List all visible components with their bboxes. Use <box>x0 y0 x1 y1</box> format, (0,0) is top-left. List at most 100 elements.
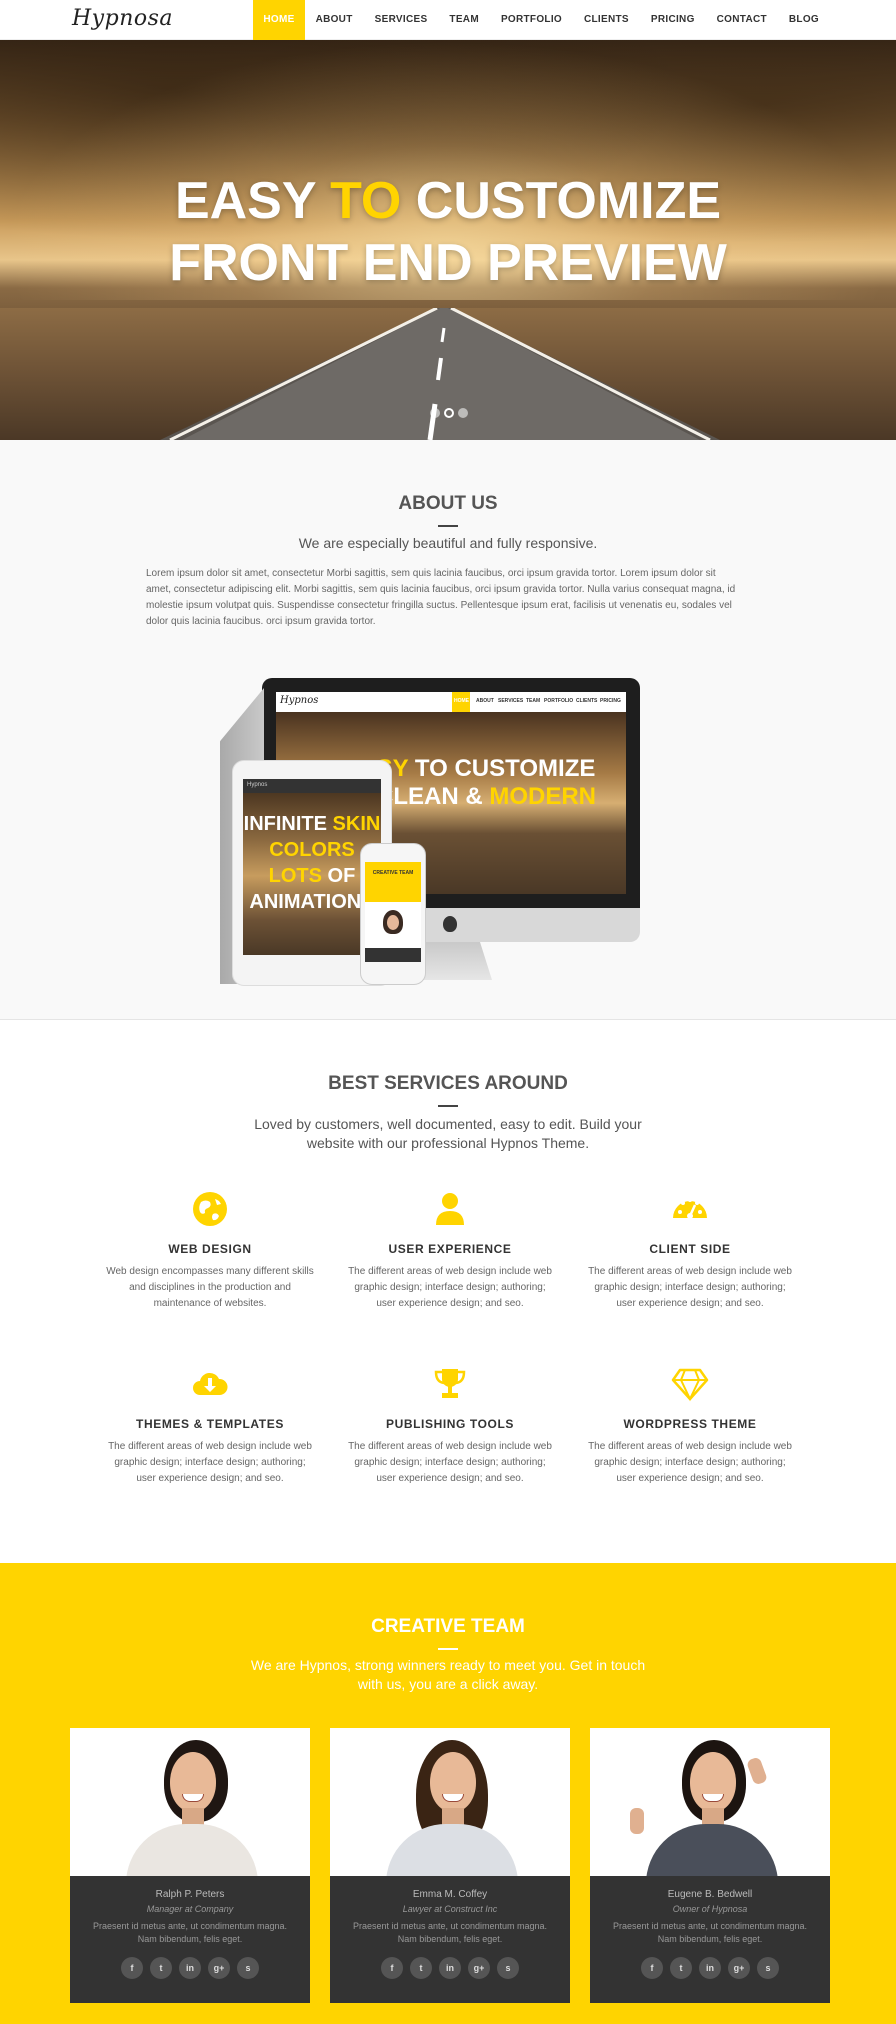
team-member-role: Manager at Company <box>146 1904 234 1914</box>
about-subtitle: We are especially beautiful and fully re… <box>298 535 598 551</box>
nav-item-blog[interactable]: BLOG <box>778 0 830 40</box>
globe-icon <box>193 1192 227 1226</box>
linkedin-icon[interactable]: in <box>699 1957 721 1979</box>
cloud-download-icon <box>193 1372 228 1395</box>
skype-icon[interactable]: s <box>757 1957 779 1979</box>
phone-mockup-header: CREATIVE TEAM <box>365 862 421 902</box>
google-plus-icon[interactable]: g+ <box>208 1957 230 1979</box>
linkedin-icon[interactable]: in <box>179 1957 201 1979</box>
service-name: CLIENT SIDE <box>649 1242 731 1256</box>
about-section: ABOUT US We are especially beautiful and… <box>0 440 896 1020</box>
desktop-mockup-navbar: Hypnos HOME ABOUT SERVICES TEAM PORTFOLI… <box>276 692 626 712</box>
service-desc: The different areas of web design includ… <box>588 1441 792 1484</box>
team-member-name: Eugene B. Bedwell <box>667 1889 753 1900</box>
team-member-socials: f t in g+ s <box>330 1957 570 1979</box>
slider-pagination <box>430 408 468 418</box>
team-member-photo <box>70 1728 310 1876</box>
hero-headline-line1: EASY TO CUSTOMIZE <box>174 172 722 230</box>
nav-item-team[interactable]: TEAM <box>438 0 490 40</box>
services-title-divider <box>438 1105 458 1107</box>
facebook-icon[interactable]: f <box>121 1957 143 1979</box>
service-name: PUBLISHING TOOLS <box>385 1417 515 1431</box>
service-user-experience: USER EXPERIENCE The different areas of w… <box>345 1190 555 1312</box>
team-member-photo <box>590 1728 830 1876</box>
service-desc: Web design encompasses many different sk… <box>106 1266 314 1309</box>
about-title-divider <box>438 525 458 527</box>
slider-dot-1[interactable] <box>430 408 440 418</box>
tablet-mockup-line-1: INFINITE SKIN <box>243 813 381 835</box>
team-member-role: Owner of Hypnosa <box>672 1904 748 1914</box>
team-card: Emma M. Coffey Lawyer at Construct Inc P… <box>330 1728 570 2003</box>
team-title-divider <box>438 1648 458 1650</box>
team-subtitle: We are Hypnos, strong winners ready to m… <box>250 1657 646 1692</box>
team-member-role: Lawyer at Construct Inc <box>402 1904 498 1914</box>
service-publishing-tools: PUBLISHING TOOLS The different areas of … <box>345 1365 555 1487</box>
hero-headline-line2: FRONT END PREVIEW <box>169 234 727 292</box>
service-themes-templates: THEMES & TEMPLATES The different areas o… <box>105 1365 315 1487</box>
desktop-mockup-menu-item: HOME <box>454 698 469 704</box>
slider-dot-2[interactable] <box>444 408 454 418</box>
team-member-photo <box>330 1728 570 1876</box>
service-web-design: WEB DESIGN Web design encompasses many d… <box>105 1190 315 1312</box>
twitter-icon[interactable]: t <box>150 1957 172 1979</box>
twitter-icon[interactable]: t <box>670 1957 692 1979</box>
team-card: Eugene B. Bedwell Owner of Hypnosa Praes… <box>590 1728 830 2003</box>
top-navbar: Hypnosa HOME ABOUT SERVICES TEAM PORTFOL… <box>0 0 896 40</box>
skype-icon[interactable]: s <box>237 1957 259 1979</box>
hero-slider: EASY TO CUSTOMIZE FRONT END PREVIEW <box>0 40 896 440</box>
skype-icon[interactable]: s <box>497 1957 519 1979</box>
desktop-mockup-menu-item: SERVICES <box>498 698 524 704</box>
service-desc: The different areas of web design includ… <box>108 1441 312 1484</box>
linkedin-icon[interactable]: in <box>439 1957 461 1979</box>
user-icon <box>436 1193 464 1225</box>
phone-mockup: CREATIVE TEAM <box>360 843 426 985</box>
nav-item-pricing[interactable]: PRICING <box>640 0 706 40</box>
service-name: USER EXPERIENCE <box>388 1242 512 1256</box>
slider-dot-3[interactable] <box>458 408 468 418</box>
service-desc: The different areas of web design includ… <box>348 1266 552 1309</box>
team-member-socials: f t in g+ s <box>70 1957 310 1979</box>
facebook-icon[interactable]: f <box>381 1957 403 1979</box>
desktop-mockup-menu-item: TEAM <box>526 698 541 704</box>
team-title: CREATIVE TEAM <box>371 1616 525 1637</box>
desktop-mockup-menu-item: CLIENTS <box>576 698 598 704</box>
desktop-mockup-menu-item: PORTFOLIO <box>544 698 574 704</box>
nav-item-services[interactable]: SERVICES <box>364 0 439 40</box>
service-client-side: CLIENT SIDE The different areas of web d… <box>585 1190 795 1312</box>
phone-mockup-footer <box>365 948 421 962</box>
team-member-bio: Praesent id metus ante, ut condimentum m… <box>92 1921 288 1944</box>
twitter-icon[interactable]: t <box>410 1957 432 1979</box>
nav-item-contact[interactable]: CONTACT <box>706 0 778 40</box>
about-title: ABOUT US <box>398 493 498 514</box>
apple-logo-icon <box>443 916 457 932</box>
desktop-mockup-menu-item: ABOUT <box>476 698 494 704</box>
team-section: CREATIVE TEAM We are Hypnos, strong winn… <box>0 1563 896 2024</box>
dashboard-icon <box>673 1198 707 1219</box>
logo[interactable]: Hypnosa <box>72 6 173 31</box>
service-wordpress-theme: WORDPRESS THEME The different areas of w… <box>585 1365 795 1487</box>
team-member-socials: f t in g+ s <box>590 1957 830 1979</box>
team-card: Ralph P. Peters Manager at Company Praes… <box>70 1728 310 2003</box>
service-name: WORDPRESS THEME <box>623 1417 757 1431</box>
nav-item-home[interactable]: HOME <box>253 0 305 40</box>
service-desc: The different areas of web design includ… <box>348 1441 552 1484</box>
nav-item-clients[interactable]: CLIENTS <box>573 0 640 40</box>
team-member-bio: Praesent id metus ante, ut condimentum m… <box>612 1921 808 1944</box>
hero-road <box>160 308 720 440</box>
phone-mockup-avatar <box>383 910 403 934</box>
diamond-icon <box>671 1368 709 1402</box>
services-title: BEST SERVICES AROUND <box>328 1073 568 1094</box>
nav-item-about[interactable]: ABOUT <box>305 0 364 40</box>
phone-mockup-screen: CREATIVE TEAM <box>365 862 421 962</box>
nav-item-portfolio[interactable]: PORTFOLIO <box>490 0 573 40</box>
service-desc: The different areas of web design includ… <box>588 1266 792 1309</box>
main-menu: HOME ABOUT SERVICES TEAM PORTFOLIO CLIEN… <box>253 0 830 40</box>
team-member-bio: Praesent id metus ante, ut condimentum m… <box>352 1921 548 1944</box>
facebook-icon[interactable]: f <box>641 1957 663 1979</box>
desktop-mockup-menu-item: PRICING <box>600 698 621 704</box>
google-plus-icon[interactable]: g+ <box>728 1957 750 1979</box>
google-plus-icon[interactable]: g+ <box>468 1957 490 1979</box>
desktop-mockup-logo: Hypnos <box>280 695 319 706</box>
about-body: Lorem ipsum dolor sit amet, consectetur … <box>146 568 736 627</box>
team-member-name: Ralph P. Peters <box>155 1889 225 1900</box>
